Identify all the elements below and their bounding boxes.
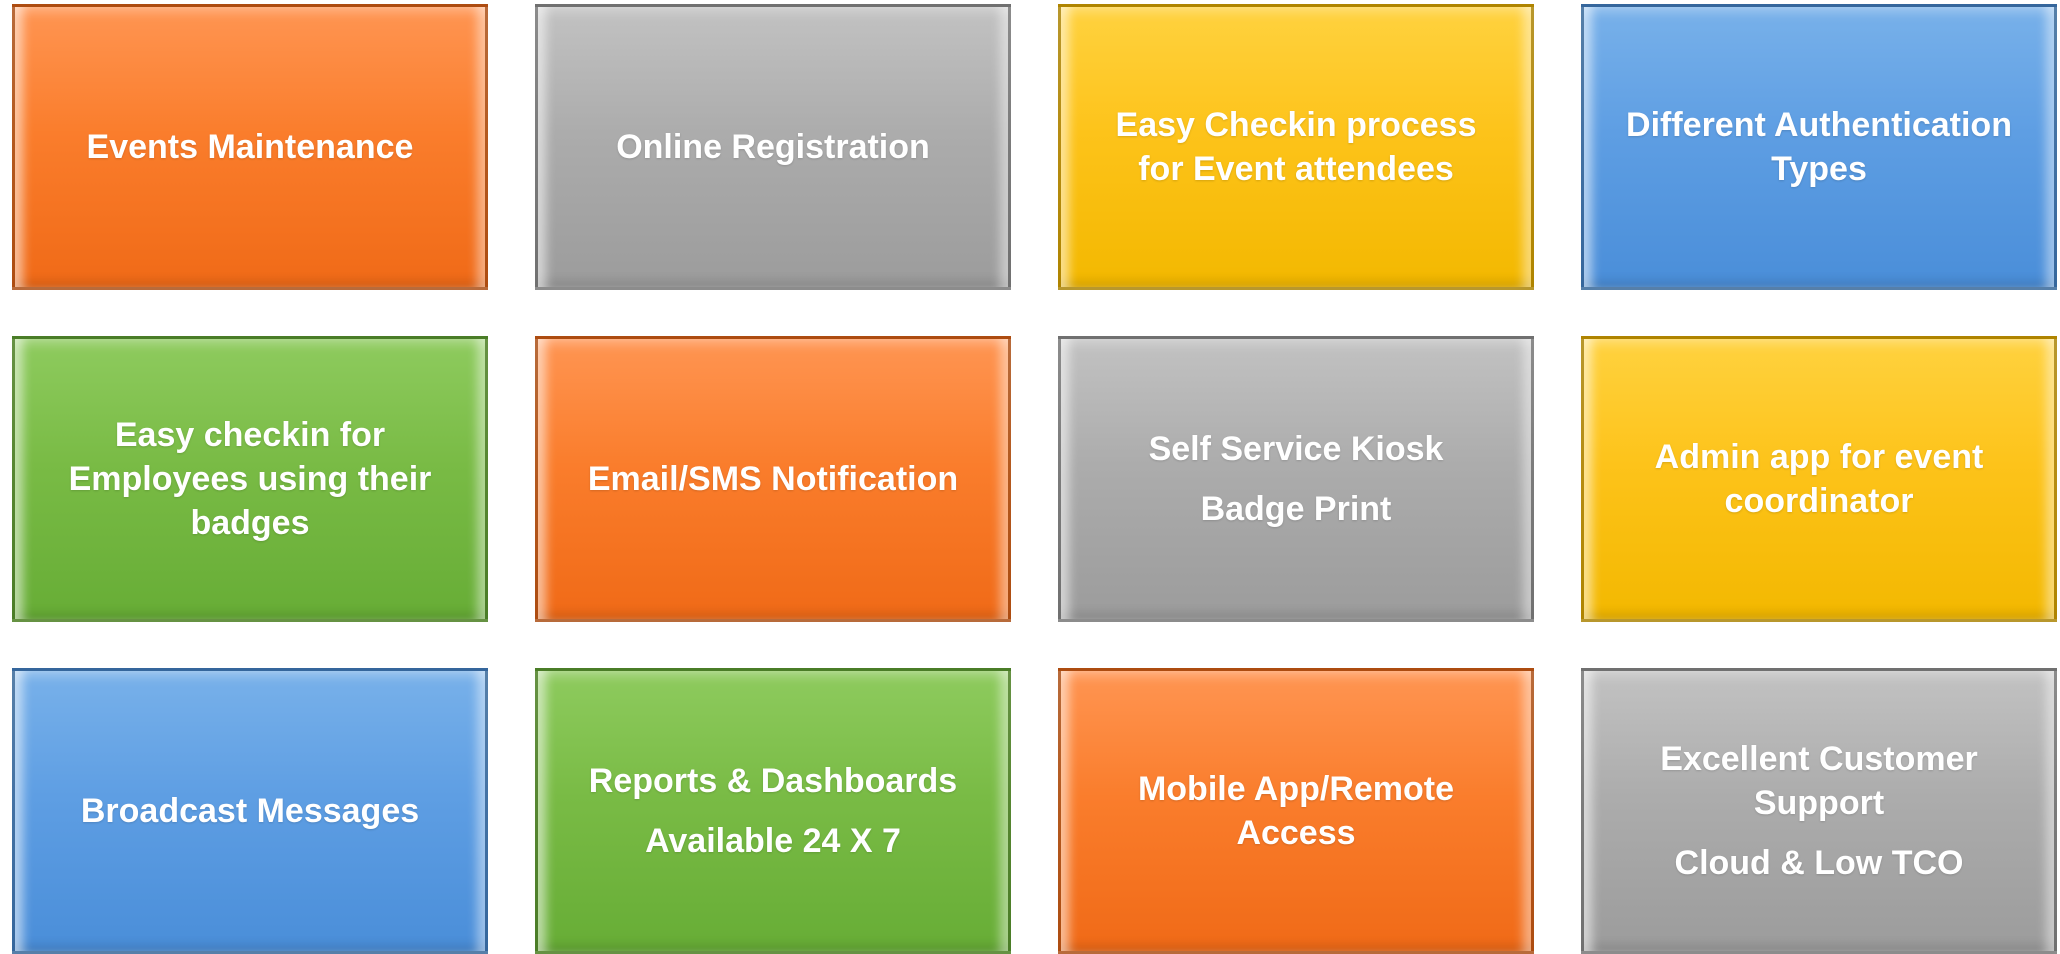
tile-label: Online Registration xyxy=(616,128,930,166)
tile-label: Broadcast Messages xyxy=(80,792,420,830)
tile-label: Admin app for event coordinator xyxy=(1654,438,1984,520)
tile-text: Easy Checkin process for Event attendees xyxy=(1061,103,1531,191)
tile-reports-dashboards: Reports & Dashboards Available 24 X 7 xyxy=(535,668,1011,954)
tile-label: Mobile App/Remote Access xyxy=(1137,770,1455,852)
tile-sublabel: Cloud & Low TCO xyxy=(1674,844,1964,882)
tile-text: Events Maintenance xyxy=(53,125,448,169)
tile-sublabel: Available 24 X 7 xyxy=(645,822,901,860)
tile-easy-checkin-process: Easy Checkin process for Event attendees xyxy=(1058,4,1534,290)
feature-tile-grid: Events Maintenance Online Registration E… xyxy=(0,0,2060,954)
tile-employee-checkin: Easy checkin for Employees using their b… xyxy=(12,336,488,622)
tile-label: Reports & Dashboards xyxy=(588,762,958,800)
tile-mobile-app: Mobile App/Remote Access xyxy=(1058,668,1534,954)
tile-text: Excellent Customer Support Cloud & Low T… xyxy=(1584,737,2054,885)
tile-admin-app: Admin app for event coordinator xyxy=(1581,336,2057,622)
tile-text: Online Registration xyxy=(582,125,964,169)
tile-customer-support: Excellent Customer Support Cloud & Low T… xyxy=(1581,668,2057,954)
tile-label: Different Authentication Types xyxy=(1626,106,2012,188)
tile-text: Broadcast Messages xyxy=(47,789,453,833)
tile-label: Easy checkin for Employees using their b… xyxy=(68,416,432,542)
tile-label: Self Service Kiosk xyxy=(1148,430,1444,468)
tile-broadcast-messages: Broadcast Messages xyxy=(12,668,488,954)
tile-label: Easy Checkin process for Event attendees xyxy=(1115,106,1477,188)
tile-text: Mobile App/Remote Access xyxy=(1061,767,1531,855)
tile-self-service-kiosk: Self Service Kiosk Badge Print xyxy=(1058,336,1534,622)
tile-text: Admin app for event coordinator xyxy=(1584,435,2054,523)
tile-label: Email/SMS Notification xyxy=(587,460,959,498)
tile-text: Self Service Kiosk Badge Print xyxy=(1115,427,1478,531)
tile-events-maintenance: Events Maintenance xyxy=(12,4,488,290)
tile-text: Email/SMS Notification xyxy=(554,457,992,501)
tile-text: Reports & Dashboards Available 24 X 7 xyxy=(555,759,991,863)
tile-online-registration: Online Registration xyxy=(535,4,1011,290)
tile-sublabel: Badge Print xyxy=(1200,490,1392,528)
tile-text: Easy checkin for Employees using their b… xyxy=(15,413,485,545)
tile-authentication-types: Different Authentication Types xyxy=(1581,4,2057,290)
tile-email-sms-notification: Email/SMS Notification xyxy=(535,336,1011,622)
tile-label: Excellent Customer Support xyxy=(1660,740,1978,822)
tile-label: Events Maintenance xyxy=(86,128,414,166)
tile-text: Different Authentication Types xyxy=(1584,103,2054,191)
